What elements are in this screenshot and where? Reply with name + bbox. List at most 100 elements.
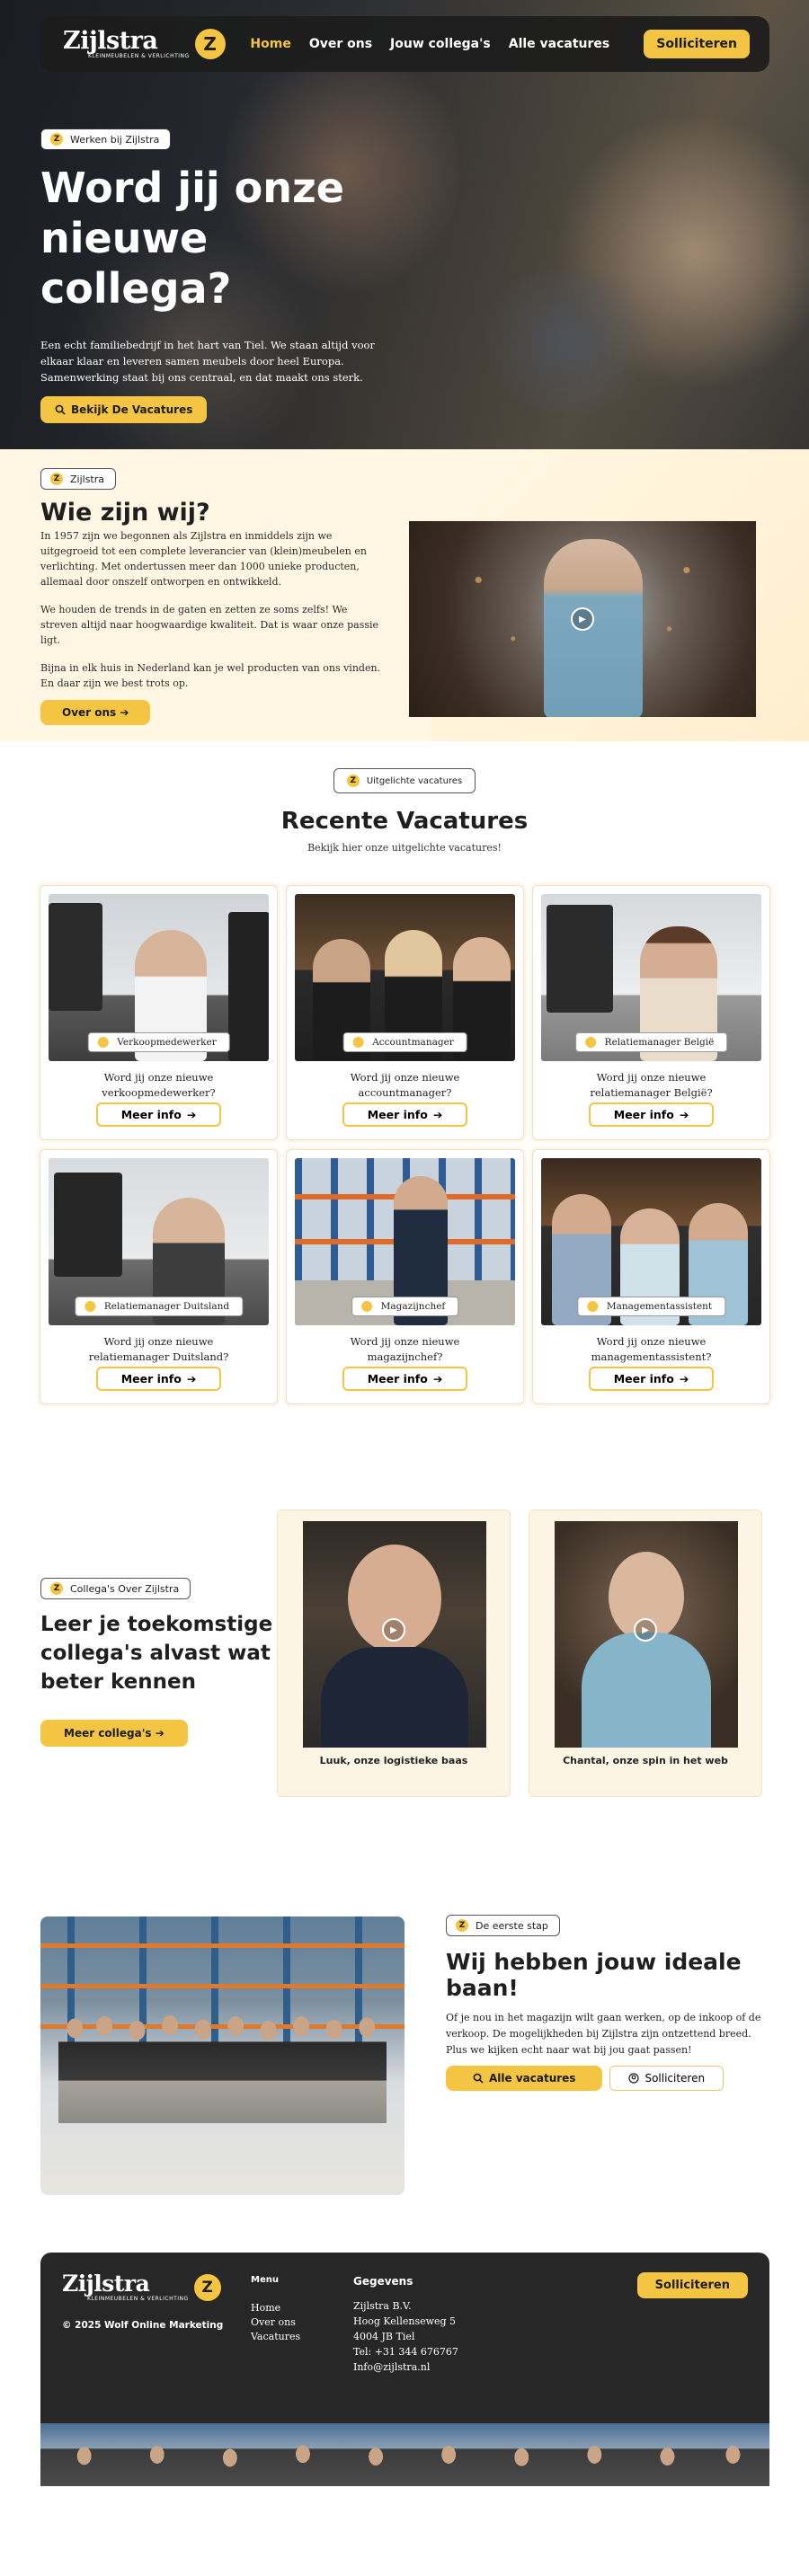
footer-menu: Menu Home Over ons Vacatures bbox=[251, 2275, 300, 2344]
colleague-video[interactable]: ▶ bbox=[555, 1521, 738, 1748]
more-info-button[interactable]: Meer info ➔ bbox=[588, 1367, 715, 1391]
logo-word: Zijlstra bbox=[63, 26, 158, 55]
arrow-right-icon: ➔ bbox=[432, 1372, 443, 1385]
arrow-right-icon: ➔ bbox=[186, 1372, 197, 1385]
nav-item-over-ons[interactable]: Over ons bbox=[309, 37, 372, 51]
nav-item-collegas[interactable]: Jouw collega's bbox=[390, 37, 491, 51]
more-info-button[interactable]: Meer info ➔ bbox=[95, 1102, 222, 1127]
footer-link-over-ons[interactable]: Over ons bbox=[251, 2315, 300, 2330]
colleague-video[interactable]: ▶ bbox=[303, 1521, 486, 1748]
more-info-label: Meer info bbox=[613, 1108, 674, 1121]
vacancy-card: Accountmanager Word jij onze nieuwe acco… bbox=[286, 885, 524, 1140]
vacancy-grid: Verkoopmedewerker Word jij onze nieuwe v… bbox=[40, 885, 770, 1404]
footer-contact: Gegevens Zijlstra B.V. Hoog Kellenseweg … bbox=[353, 2275, 458, 2375]
vacancy-question: Word jij onze nieuwe magazijnchef? bbox=[350, 1335, 460, 1363]
z-logo-icon bbox=[84, 1301, 95, 1312]
more-info-label: Meer info bbox=[613, 1372, 674, 1385]
ideal-job-title: Wij hebben jouw ideale baan! bbox=[446, 1949, 742, 2001]
footer-menu-title: Menu bbox=[251, 2275, 279, 2285]
play-icon[interactable]: ▶ bbox=[571, 607, 594, 631]
ideal-job-pill: Z De eerste stap bbox=[446, 1915, 560, 1936]
arrow-right-icon: ➔ bbox=[186, 1108, 197, 1121]
vacancy-question: Word jij onze nieuwe relatiemanager Belg… bbox=[590, 1071, 713, 1099]
more-info-button[interactable]: Meer info ➔ bbox=[342, 1102, 468, 1127]
vacancy-tag-label: Relatiemanager België bbox=[604, 1037, 715, 1048]
view-vacancies-label: Bekijk De Vacatures bbox=[71, 403, 193, 416]
colleagues-title: Leer je toekomstige collega's alvast wat… bbox=[40, 1613, 273, 1694]
footer-link-vacatures[interactable]: Vacatures bbox=[251, 2330, 300, 2344]
vacancy-tag-label: Accountmanager bbox=[372, 1037, 454, 1048]
vacancy-tag: Managementassistent bbox=[576, 1297, 726, 1316]
footer-logo[interactable]: Zijlstra KLEINMEUBELEN & VERLICHTING Z bbox=[62, 2272, 221, 2302]
logo-tagline: KLEINMEUBELEN & VERLICHTING bbox=[88, 52, 190, 59]
nav-item-vacatures[interactable]: Alle vacatures bbox=[509, 37, 610, 51]
vacancy-tag: Relatiemanager Duitsland bbox=[74, 1297, 244, 1316]
company-phone[interactable]: Tel: +31 344 676767 bbox=[353, 2344, 458, 2359]
site-logo[interactable]: Zijlstra KLEINMEUBELEN & VERLICHTING Z bbox=[63, 29, 226, 59]
team-group bbox=[40, 2423, 769, 2486]
hero-pill: Z Werken bij Zijlstra bbox=[40, 128, 172, 150]
team-photo bbox=[40, 1917, 404, 2195]
logo-badge-icon: Z bbox=[193, 2273, 221, 2301]
search-icon bbox=[473, 2073, 484, 2084]
team-group bbox=[58, 2015, 387, 2123]
colleagues-content: Z Collega's Over Zijlstra Leer je toekom… bbox=[40, 1577, 274, 1747]
vacancy-question: Word jij onze nieuwe managementassistent… bbox=[591, 1335, 712, 1363]
footer-link-home[interactable]: Home bbox=[251, 2301, 300, 2315]
hero-section: Zijlstra KLEINMEUBELEN & VERLICHTING Z H… bbox=[0, 0, 809, 449]
vacancy-question: Word jij onze nieuwe accountmanager? bbox=[350, 1071, 460, 1099]
view-vacancies-button[interactable]: Bekijk De Vacatures bbox=[40, 396, 208, 423]
nav-apply-button[interactable]: Solliciteren bbox=[644, 30, 750, 58]
vacancy-card: Magazijnchef Word jij onze nieuwe magazi… bbox=[286, 1149, 524, 1404]
footer-team-photo bbox=[40, 2423, 769, 2486]
more-info-button[interactable]: Meer info ➔ bbox=[342, 1367, 468, 1391]
ideal-job-pill-label: De eerste stap bbox=[476, 1919, 548, 1932]
vacancies-pill: Z Uitgelichte vacatures bbox=[333, 768, 476, 793]
apply-label: Solliciteren bbox=[645, 2072, 706, 2085]
vacancy-photo: Verkoopmedewerker bbox=[49, 894, 269, 1061]
company-city: 4004 JB Tiel bbox=[353, 2331, 415, 2342]
more-colleagues-label: Meer collega's bbox=[64, 1727, 152, 1739]
ideal-job-section: Z De eerste stap Wij hebben jouw ideale … bbox=[0, 1770, 809, 2195]
vacancy-tag-label: Relatiemanager Duitsland bbox=[103, 1301, 230, 1312]
about-paragraph: In 1957 zijn we begonnen als Zijlstra en… bbox=[40, 530, 367, 588]
company-name: Zijlstra B.V. bbox=[353, 2300, 412, 2312]
colleague-video-card[interactable]: ▶ Chantal, onze spin in het web bbox=[529, 1509, 762, 1797]
vacancy-question: Word jij onze nieuwe relatiemanager Duit… bbox=[88, 1335, 229, 1363]
z-logo-icon bbox=[352, 1037, 364, 1048]
copyright: © 2025 Wolf Online Marketing bbox=[62, 2320, 224, 2331]
colleagues-pill-label: Collega's Over Zijlstra bbox=[70, 1582, 180, 1595]
apply-button[interactable]: Solliciteren bbox=[609, 2066, 725, 2091]
vacancies-pill-wrap: Z Uitgelichte vacatures bbox=[0, 768, 809, 793]
z-logo-icon bbox=[584, 1037, 596, 1048]
vacancy-tag-label: Verkoopmedewerker bbox=[117, 1037, 217, 1048]
vacancy-tag: Accountmanager bbox=[342, 1032, 467, 1052]
about-button[interactable]: Over ons ➔ bbox=[40, 700, 151, 725]
all-vacancies-button[interactable]: Alle vacatures bbox=[446, 2066, 603, 2091]
more-info-button[interactable]: Meer info ➔ bbox=[95, 1367, 222, 1391]
logo-word: Zijlstra bbox=[62, 2271, 150, 2297]
about-video[interactable]: ▶ bbox=[409, 521, 756, 717]
vacancies-title: Recente Vacatures bbox=[280, 808, 529, 835]
more-info-label: Meer info bbox=[367, 1372, 428, 1385]
play-icon[interactable]: ▶ bbox=[382, 1618, 405, 1642]
z-logo-icon: Z bbox=[50, 473, 63, 485]
colleague-video-card[interactable]: ▶ Luuk, onze logistieke baas bbox=[277, 1509, 511, 1797]
nav-item-home[interactable]: Home bbox=[250, 37, 290, 51]
about-section: Z Zijlstra Wie zijn wij? In 1957 zijn we… bbox=[0, 449, 809, 741]
more-colleagues-button[interactable]: Meer collega's ➔ bbox=[40, 1720, 188, 1747]
z-logo-icon: Z bbox=[346, 775, 360, 787]
more-info-button[interactable]: Meer info ➔ bbox=[588, 1102, 715, 1127]
z-logo-icon bbox=[586, 1301, 598, 1312]
z-logo-icon: Z bbox=[50, 133, 63, 146]
footer-contact-title: Gegevens bbox=[353, 2275, 413, 2288]
about-title: Wie zijn wij? bbox=[40, 499, 210, 527]
about-pill-label: Zijlstra bbox=[70, 473, 105, 485]
play-icon[interactable]: ▶ bbox=[634, 1618, 657, 1642]
arrow-right-icon: ➔ bbox=[432, 1108, 443, 1121]
all-vacancies-label: Alle vacatures bbox=[489, 2072, 576, 2085]
z-logo-icon: Z bbox=[456, 1919, 468, 1932]
footer-apply-button[interactable]: Solliciteren bbox=[636, 2272, 748, 2298]
colleagues-section: Z Collega's Over Zijlstra Leer je toekom… bbox=[0, 1420, 809, 1797]
company-email[interactable]: Info@zijlstra.nl bbox=[353, 2359, 458, 2375]
